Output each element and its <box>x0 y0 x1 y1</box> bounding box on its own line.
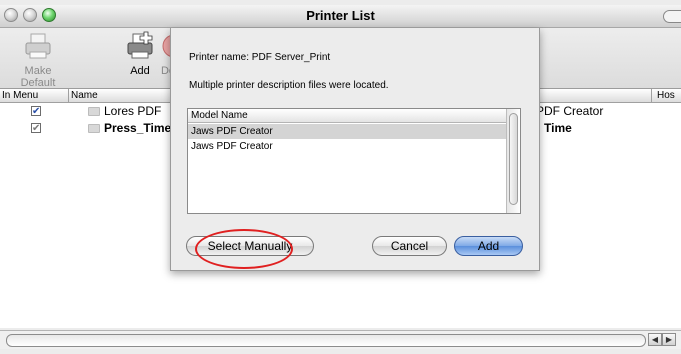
scroll-left-arrow-icon[interactable]: ◀ <box>648 333 662 346</box>
add-label: Add <box>130 65 150 77</box>
model-name-column-header[interactable]: Model Name <box>188 109 508 123</box>
printer-name-line: Printer name: PDF Server_Print <box>189 52 331 63</box>
printer-icon <box>88 107 100 116</box>
column-name[interactable]: Name <box>71 89 98 102</box>
add-printer-icon <box>124 30 156 62</box>
printer-kind: Time <box>544 121 572 135</box>
model-list-item[interactable]: Jaws PDF Creator <box>188 139 508 154</box>
printer-list-window: Printer List Make Default Add De In Menu… <box>0 0 681 354</box>
make-default-printer-icon <box>22 30 54 62</box>
model-list-scrollbar[interactable] <box>506 109 520 213</box>
make-default-label: Make Default <box>20 65 56 89</box>
select-manually-button[interactable]: Select Manually <box>186 236 314 256</box>
in-menu-checkbox[interactable]: ✔ <box>31 106 41 117</box>
add-printer-button[interactable]: Add <box>122 30 158 77</box>
ppd-selection-sheet: Printer name: PDF Server_Print Multiple … <box>170 28 540 271</box>
cancel-button[interactable]: Cancel <box>372 236 447 256</box>
toolbar-toggle-button[interactable] <box>663 10 681 23</box>
in-menu-checkbox[interactable]: ✔ <box>31 123 41 134</box>
printer-name: Lores PDF <box>104 104 162 118</box>
model-list[interactable]: Model Name Jaws PDF Creator Jaws PDF Cre… <box>187 108 521 214</box>
add-button[interactable]: Add <box>454 236 523 256</box>
scroll-track[interactable] <box>6 334 646 347</box>
printer-name: Press_Time <box>104 121 172 135</box>
make-default-button[interactable]: Make Default <box>6 30 70 89</box>
sheet-message: Multiple printer description files were … <box>189 80 389 91</box>
printer-kind: PDF Creator <box>536 104 604 118</box>
horizontal-scrollbar[interactable]: ◀ ▶ <box>0 330 681 349</box>
model-list-item[interactable]: Jaws PDF Creator <box>188 124 508 139</box>
column-separator <box>68 89 69 102</box>
column-separator <box>651 89 652 102</box>
printer-icon <box>88 124 100 133</box>
window-title: Printer List <box>306 8 375 23</box>
column-host-partial[interactable]: Hos <box>657 89 675 102</box>
column-in-menu[interactable]: In Menu <box>2 89 38 102</box>
scroll-right-arrow-icon[interactable]: ▶ <box>662 333 676 346</box>
scroll-thumb[interactable] <box>509 113 518 205</box>
title-bar: Printer List <box>0 5 681 28</box>
